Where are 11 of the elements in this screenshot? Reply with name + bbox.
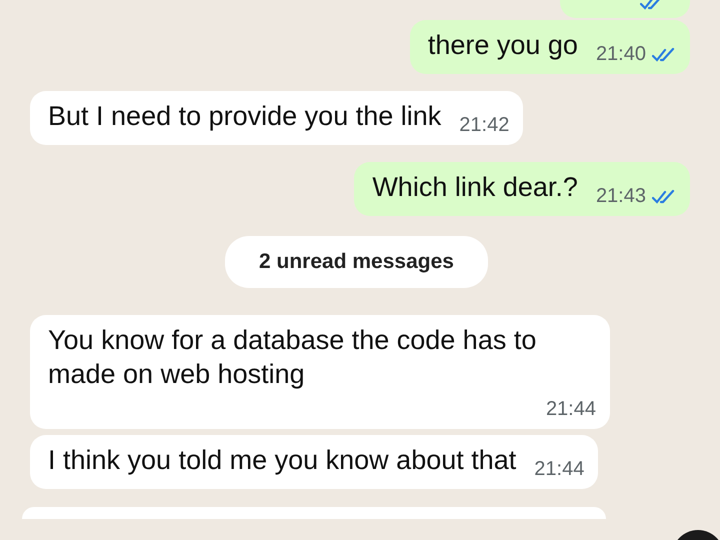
message-time: 21:43: [596, 184, 646, 209]
message-time: 21:44: [546, 397, 596, 422]
message-text: You know for a database the code has to made on web hosting: [48, 324, 538, 391]
message-text: there you go: [428, 29, 578, 62]
message-time: 21:40: [596, 42, 646, 67]
message-time: 21:42: [459, 113, 510, 138]
message-text: I think you told me you know about that: [48, 444, 516, 477]
message-text: Which link dear.?: [372, 171, 578, 204]
message-text: But I need to provide you the link: [48, 100, 442, 133]
message-time: 21:44: [534, 457, 584, 482]
unread-messages-banner: 2 unread messages: [225, 236, 488, 288]
